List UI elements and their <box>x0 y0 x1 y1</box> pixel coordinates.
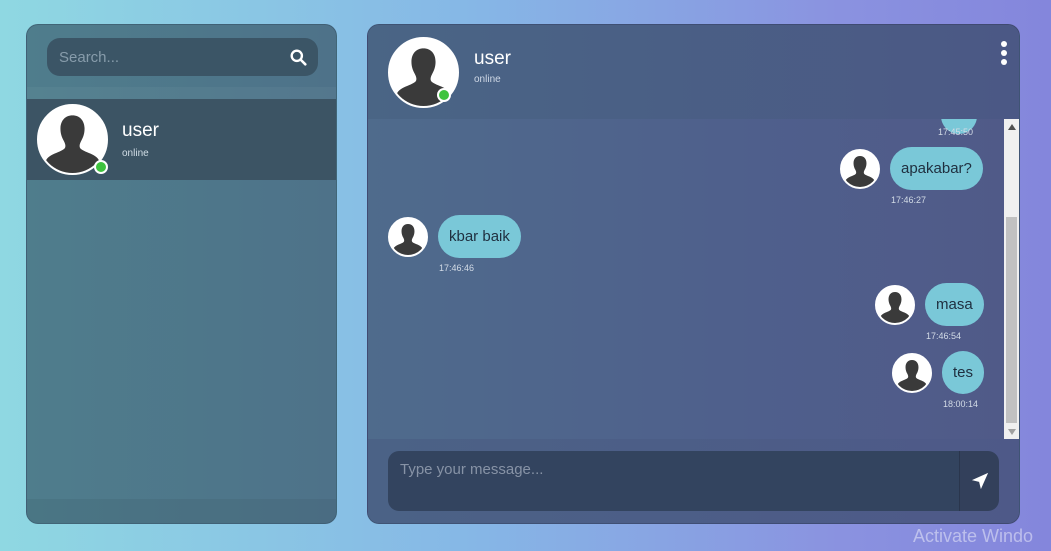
message-time: 17:46:27 <box>891 195 927 205</box>
contact-status: online <box>122 148 149 159</box>
message-time: 18:00:14 <box>943 399 979 409</box>
scroll-down-icon[interactable] <box>1004 424 1019 439</box>
message-time: 17:46:54 <box>926 331 962 341</box>
message-scrollbar[interactable] <box>1004 119 1019 439</box>
search-bar <box>47 38 318 76</box>
message-input[interactable] <box>388 451 960 511</box>
message-bubble: tes <box>942 351 985 394</box>
message-time: 17:46:46 <box>439 263 475 273</box>
contact-name: user <box>122 120 159 141</box>
message-time: 17:45:50 <box>938 127 974 137</box>
message-outgoing: masa 17:46:54 <box>875 283 984 341</box>
send-button[interactable] <box>959 451 999 511</box>
activation-watermark: Activate Windo <box>913 526 1034 546</box>
panel-footer <box>27 499 336 523</box>
message-bubble: apakabar? <box>890 147 983 190</box>
chat-contact-name: user <box>474 48 511 69</box>
message-bubble: kbar baik <box>438 215 521 258</box>
message-outgoing: tes 18:00:14 <box>892 351 985 409</box>
chat-contact-status: online <box>474 74 501 85</box>
avatar <box>37 104 108 175</box>
avatar-silhouette-icon <box>875 284 915 325</box>
scroll-thumb[interactable] <box>1006 217 1017 423</box>
online-indicator <box>94 160 108 174</box>
online-indicator <box>437 88 451 102</box>
chat-panel: user online 17:45:50 apakabar? 17:46:27 … <box>367 24 1020 524</box>
scroll-up-icon[interactable] <box>1004 119 1019 134</box>
search-button[interactable] <box>278 38 318 76</box>
message-bubble: masa <box>925 283 984 326</box>
contacts-panel: user online <box>26 24 337 524</box>
header-avatar <box>388 37 459 108</box>
message-outgoing: apakabar? 17:46:27 <box>840 147 983 205</box>
message-outgoing: 17:45:50 <box>938 119 977 137</box>
divider <box>27 87 336 99</box>
avatar-silhouette-icon <box>892 352 932 393</box>
avatar-silhouette-icon <box>388 216 428 257</box>
send-icon <box>971 472 988 490</box>
menu-dots-icon[interactable] <box>997 41 1011 65</box>
contact-item-user[interactable]: user online <box>27 99 336 180</box>
chat-header: user online <box>368 25 1019 119</box>
message-incoming: kbar baik 17:46:46 <box>388 215 521 273</box>
search-icon <box>290 49 307 66</box>
message-list: 17:45:50 apakabar? 17:46:27 kbar baik 17… <box>368 119 1004 439</box>
search-input[interactable] <box>47 38 278 76</box>
message-composer <box>368 439 1019 523</box>
avatar-silhouette-icon <box>840 148 880 189</box>
